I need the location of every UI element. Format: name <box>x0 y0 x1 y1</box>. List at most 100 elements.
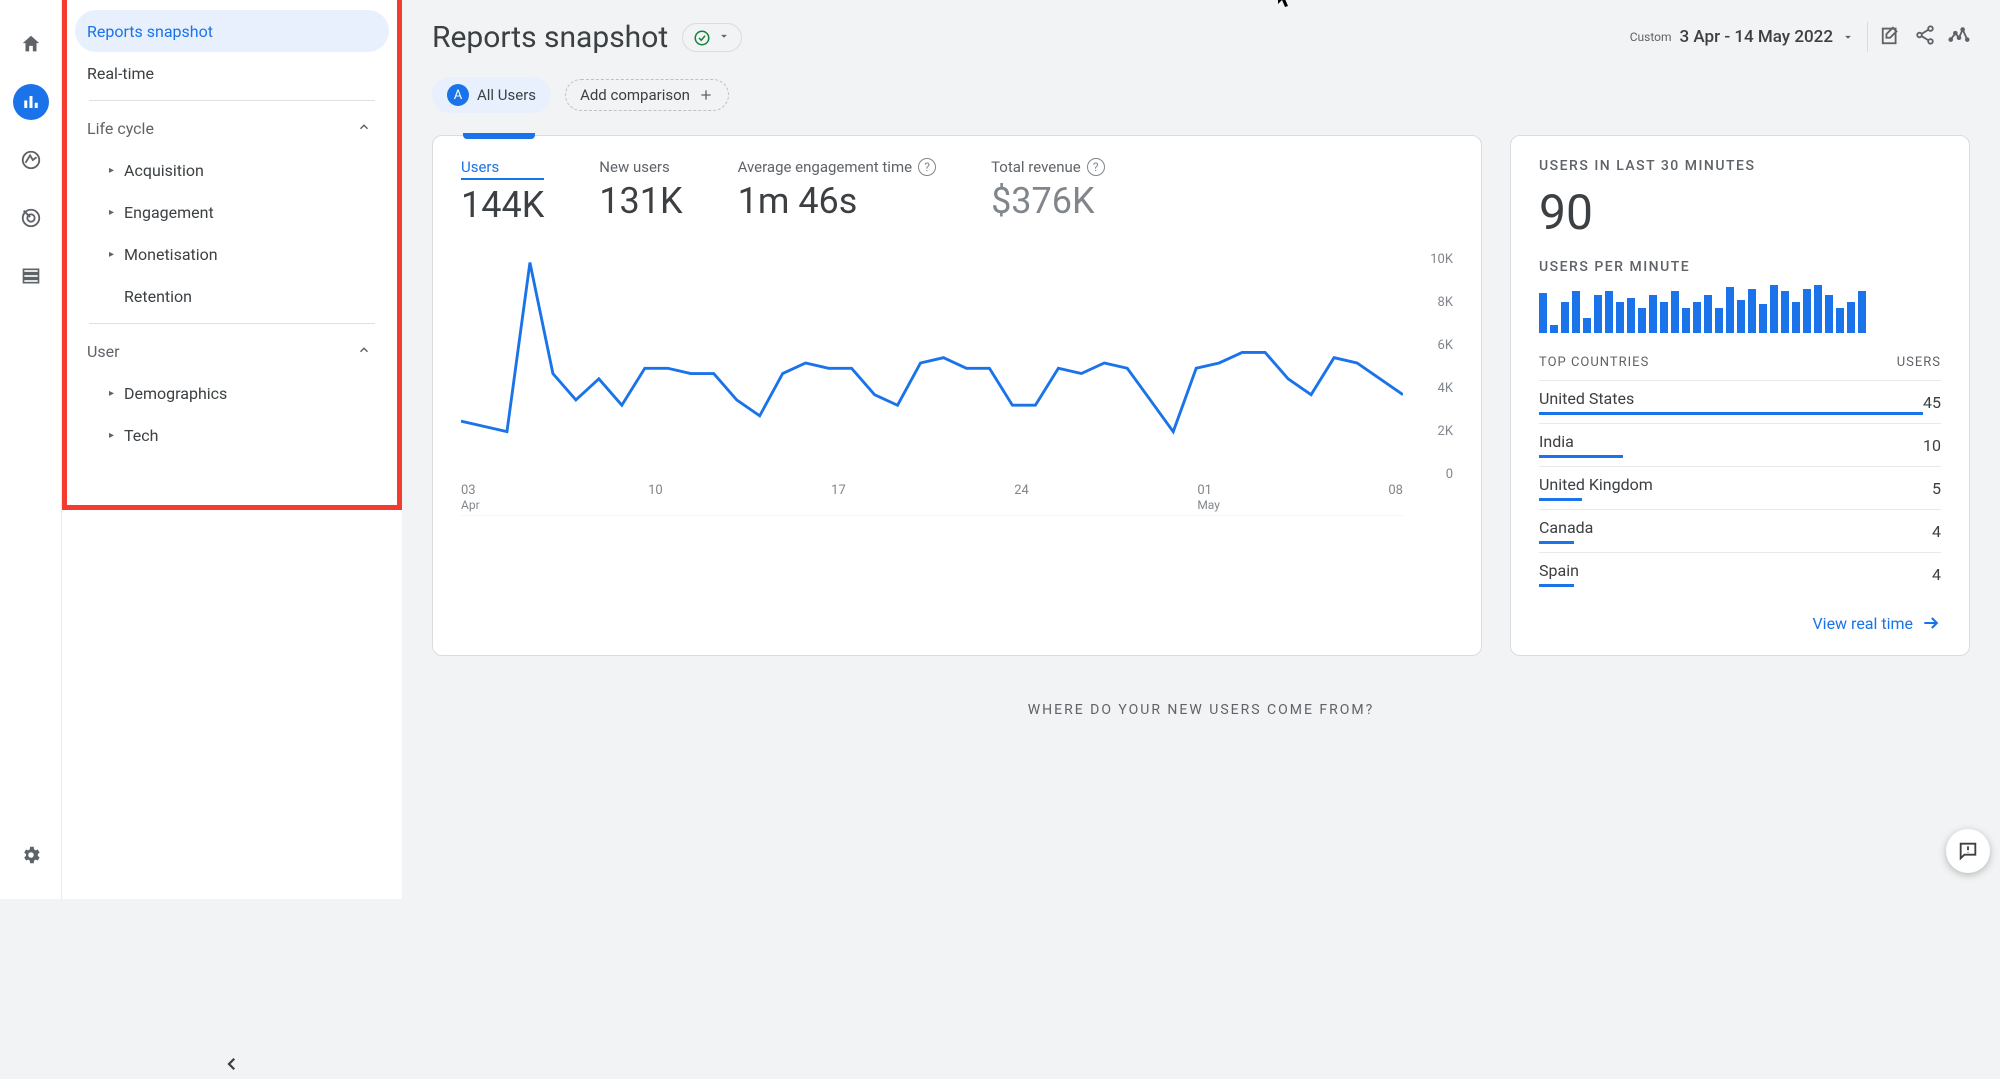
x-tick: 10 <box>648 483 663 512</box>
spark-bar <box>1627 298 1635 333</box>
main: Reports snapshot Custom 3 Apr - 14 May 2… <box>402 0 2000 899</box>
nav-label: Monetisation <box>124 245 218 264</box>
spark-bar <box>1726 287 1734 333</box>
spark-bar <box>1770 285 1778 333</box>
country-users: 4 <box>1932 522 1941 541</box>
home-icon[interactable] <box>13 26 49 62</box>
spark-title: USERS PER MINUTE <box>1539 259 1941 275</box>
sidebar-item-monetisation[interactable]: ▸ Monetisation <box>75 233 389 275</box>
chip-label: Add comparison <box>580 86 690 104</box>
link-label: View real time <box>1812 614 1913 633</box>
metric-average-engagement-time[interactable]: Average engagement time ?1m 46s <box>738 158 936 226</box>
x-tick: 01May <box>1197 483 1220 512</box>
settings-icon[interactable] <box>13 837 49 873</box>
country-name: United Kingdom <box>1539 475 1932 494</box>
section-user[interactable]: User <box>75 330 389 372</box>
section-heading: WHERE DO YOUR NEW USERS COME FROM? <box>432 702 1970 718</box>
section-lifecycle[interactable]: Life cycle <box>75 107 389 149</box>
metric-value: $376K <box>991 180 1105 222</box>
spark-bar <box>1704 295 1712 333</box>
top-countries-header: TOP COUNTRIES <box>1539 355 1649 370</box>
feedback-button[interactable] <box>1946 829 1990 873</box>
nav-divider <box>89 323 375 324</box>
chip-label: All Users <box>477 86 536 104</box>
spark-bar <box>1759 304 1767 333</box>
advertising-icon[interactable] <box>13 200 49 236</box>
users-header: USERS <box>1897 355 1941 370</box>
share-icon[interactable] <box>1914 24 1936 50</box>
nav-reports-snapshot[interactable]: Reports snapshot <box>75 10 389 52</box>
overview-card: Users144KNew users131KAverage engagement… <box>432 135 1482 656</box>
section-label: User <box>87 342 120 361</box>
country-row: United States45 <box>1539 380 1941 423</box>
y-tick: 2K <box>1430 424 1453 439</box>
sidebar-item-retention[interactable]: ▸Retention <box>75 275 389 317</box>
sidebar-item-demographics[interactable]: ▸ Demographics <box>75 372 389 414</box>
spark-bar <box>1594 295 1602 333</box>
caret-right-icon: ▸ <box>109 388 114 399</box>
reports-icon[interactable] <box>13 84 49 120</box>
sidebar-item-tech[interactable]: ▸Tech <box>75 414 389 456</box>
caret-right-icon: ▸ <box>109 207 114 218</box>
arrow-right-icon <box>1921 613 1941 633</box>
spark-bar <box>1638 308 1646 333</box>
customize-icon[interactable] <box>1880 24 1902 50</box>
metric-value: 131K <box>599 180 682 222</box>
nav-label: Demographics <box>124 384 227 403</box>
spark-bar <box>1715 308 1723 333</box>
y-tick: 6K <box>1430 338 1453 353</box>
configure-icon[interactable] <box>13 258 49 294</box>
spark-bar <box>1572 291 1580 333</box>
title-status-badge[interactable] <box>682 23 742 52</box>
spark-bar <box>1682 308 1690 333</box>
chip-all-users[interactable]: A All Users <box>432 77 551 113</box>
realtime-card: USERS IN LAST 30 MINUTES 90 USERS PER MI… <box>1510 135 1970 656</box>
sidebar-item-acquisition[interactable]: ▸ Acquisition <box>75 149 389 191</box>
caret-right-icon: ▸ <box>109 430 114 441</box>
collapse-sidebar-icon[interactable] <box>223 1054 241 1079</box>
country-name: United States <box>1539 389 1923 408</box>
sidebar-item-engagement[interactable]: ▸Engagement <box>75 191 389 233</box>
country-row: India10 <box>1539 423 1941 466</box>
spark-bar <box>1649 295 1657 333</box>
page-title: Reports snapshot <box>432 20 668 55</box>
spark-bar <box>1781 291 1789 333</box>
caret-right-icon: ▸ <box>109 249 114 260</box>
explore-icon[interactable] <box>13 142 49 178</box>
divider <box>1867 22 1868 52</box>
date-range-picker[interactable]: Custom 3 Apr - 14 May 2022 <box>1630 27 1855 47</box>
nav-label: Acquisition <box>124 161 204 180</box>
view-realtime-link[interactable]: View real time <box>1539 613 1941 633</box>
metric-users[interactable]: Users144K <box>461 158 544 226</box>
nav-label: Retention <box>124 287 192 306</box>
users-line-chart: 10K8K6K4K2K0 03Apr10172401May08 <box>461 252 1453 512</box>
help-icon[interactable]: ? <box>1087 158 1105 176</box>
metric-value: 1m 46s <box>738 180 936 222</box>
add-comparison-button[interactable]: Add comparison <box>565 79 729 111</box>
metric-label: New users <box>599 158 682 176</box>
nav-realtime[interactable]: Real-time <box>75 52 389 94</box>
realtime-value: 90 <box>1539 184 1941 241</box>
x-tick: 17 <box>831 483 846 512</box>
country-name: India <box>1539 432 1923 451</box>
help-icon[interactable]: ? <box>918 158 936 176</box>
spark-bar <box>1836 308 1844 333</box>
country-name: Canada <box>1539 518 1932 537</box>
insights-icon[interactable] <box>1948 24 1970 50</box>
metric-value: 144K <box>461 184 544 226</box>
nav-divider <box>89 100 375 101</box>
country-row: United Kingdom5 <box>1539 466 1941 509</box>
country-users: 5 <box>1932 479 1941 498</box>
nav-label: Reports snapshot <box>87 22 213 41</box>
spark-bar <box>1858 291 1866 333</box>
date-range-value: 3 Apr - 14 May 2022 <box>1680 27 1833 47</box>
caret-right-icon: ▸ <box>109 165 114 176</box>
spark-bar <box>1550 325 1558 333</box>
spark-bar <box>1616 302 1624 333</box>
y-tick: 0 <box>1430 467 1453 482</box>
date-range-label: Custom <box>1630 30 1672 44</box>
metric-total-revenue[interactable]: Total revenue ?$376K <box>991 158 1105 226</box>
chevron-down-icon <box>1841 30 1855 44</box>
metric-new-users[interactable]: New users 131K <box>599 158 682 226</box>
spark-bar <box>1748 289 1756 333</box>
